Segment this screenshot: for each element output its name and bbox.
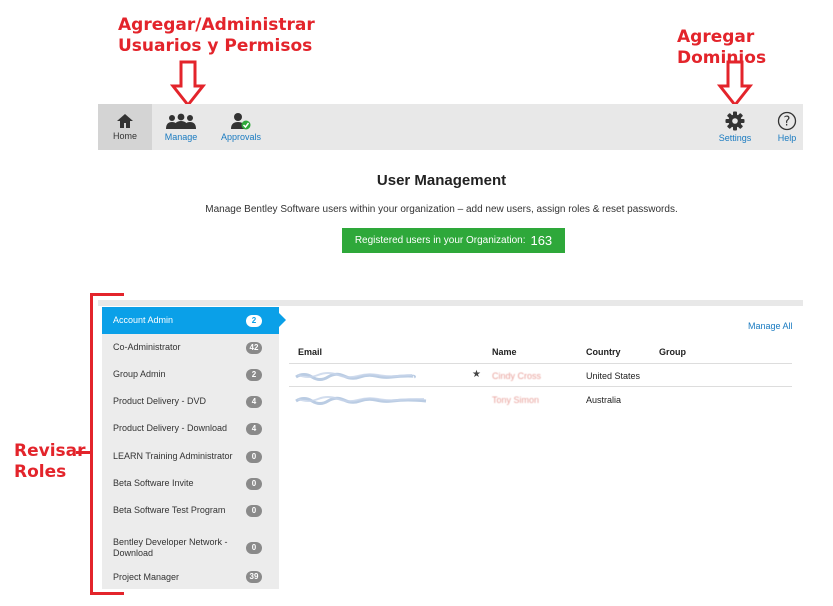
role-product-delivery-dvd[interactable]: Product Delivery - DVD 4 xyxy=(102,388,279,415)
column-header-country[interactable]: Country xyxy=(586,347,621,357)
users-icon xyxy=(166,113,196,129)
home-icon xyxy=(117,114,133,128)
role-label: Beta Software Invite xyxy=(113,478,194,488)
user-name: Cindy Cross xyxy=(492,371,542,381)
role-project-manager[interactable]: Project Manager 39 xyxy=(102,565,279,589)
row-divider xyxy=(289,386,792,387)
role-co-administrator[interactable]: Co-Administrator 42 xyxy=(102,334,279,361)
role-count-badge: 39 xyxy=(246,571,262,583)
page-title: User Management xyxy=(376,172,507,189)
redacted-email xyxy=(295,396,427,405)
toolbar-approvals[interactable]: Approvals xyxy=(214,104,268,150)
toolbar-home-label: Home xyxy=(112,131,137,141)
toolbar-manage-label: Manage xyxy=(164,131,198,142)
roles-sidebar: Account Admin 2 Co-Administrator 42 Grou… xyxy=(102,307,286,589)
role-learn-training-administrator[interactable]: LEARN Training Administrator 0 xyxy=(102,443,279,470)
manage-all-link[interactable]: Manage All xyxy=(748,321,793,331)
role-count-badge: 0 xyxy=(246,504,262,517)
role-bentley-developer-network-download[interactable]: Bentley Developer Network - Download 0 xyxy=(102,528,279,568)
user-country: Australia xyxy=(586,395,622,405)
role-label: Product Delivery - Download xyxy=(113,423,228,433)
toolbar-home[interactable]: Home xyxy=(98,104,152,150)
role-count-badge: 42 xyxy=(246,341,262,354)
manage-annotation-line1: Agregar/Administrar xyxy=(118,15,315,35)
toolbar-approvals-label: Approvals xyxy=(220,132,262,142)
role-label: LEARN Training Administrator xyxy=(113,451,233,461)
registered-users-label: Registered users in your Organization: xyxy=(354,235,526,246)
svg-text:?: ? xyxy=(784,115,791,130)
role-label: Co-Administrator xyxy=(113,342,181,352)
roles-bracket-tick xyxy=(76,451,90,454)
page-subtitle: Manage Bentley Software users within you… xyxy=(205,204,678,215)
manage-arrow-icon xyxy=(170,60,206,108)
roles-annotation: Revisar Roles xyxy=(14,441,86,483)
gear-icon xyxy=(725,111,745,131)
settings-arrow-icon xyxy=(717,60,753,108)
help-icon: ? xyxy=(777,111,797,131)
role-label: Project Manager xyxy=(113,571,180,582)
column-header-email[interactable]: Email xyxy=(298,347,322,357)
roles-annotation-line2: Roles xyxy=(14,462,67,482)
manage-annotation: Agregar/Administrar Usuarios y Permisos xyxy=(118,15,315,57)
toolbar-help[interactable]: ? Help xyxy=(770,104,804,150)
toolbar: Home Manage Approvals Settings ? Help xyxy=(98,104,803,150)
column-header-group[interactable]: Group xyxy=(659,347,686,357)
roles-annotation-line1: Revisar xyxy=(14,441,86,461)
registered-users-badge[interactable]: Registered users in your Organization: 1… xyxy=(342,228,565,253)
role-label: Beta Software Test Program xyxy=(113,505,226,515)
toolbar-settings[interactable]: Settings xyxy=(712,104,758,150)
star-icon[interactable]: ★ xyxy=(472,369,481,380)
role-count-badge: 0 xyxy=(246,450,262,463)
role-label: Account Admin xyxy=(113,315,174,325)
role-product-delivery-download[interactable]: Product Delivery - Download 4 xyxy=(102,415,279,442)
role-account-admin[interactable]: Account Admin 2 xyxy=(102,307,286,334)
role-count-badge: 4 xyxy=(246,422,262,435)
manage-annotation-line2: Usuarios y Permisos xyxy=(118,36,313,56)
role-count-badge: 0 xyxy=(246,477,262,490)
role-beta-software-invite[interactable]: Beta Software Invite 0 xyxy=(102,470,279,497)
toolbar-manage[interactable]: Manage xyxy=(156,104,206,150)
role-count-badge: 2 xyxy=(246,368,262,381)
role-beta-software-test-program[interactable]: Beta Software Test Program 0 xyxy=(102,497,279,524)
role-group-admin[interactable]: Group Admin 2 xyxy=(102,361,279,388)
role-label: Bentley Developer Network - Download xyxy=(113,537,228,558)
table-header-divider xyxy=(289,363,792,364)
settings-annotation: Agregar Dominios xyxy=(677,27,767,68)
user-name: Tony Simon xyxy=(492,395,540,405)
column-header-name[interactable]: Name xyxy=(492,347,517,357)
toolbar-help-label: Help xyxy=(777,133,797,143)
role-count-badge: 0 xyxy=(246,542,262,554)
registered-users-count: 163 xyxy=(530,233,553,248)
role-count-badge: 2 xyxy=(246,314,262,327)
user-country: United States xyxy=(586,371,641,381)
redacted-email xyxy=(295,372,416,381)
role-count-badge: 4 xyxy=(246,395,262,408)
user-check-icon xyxy=(231,113,251,130)
toolbar-settings-label: Settings xyxy=(718,133,752,143)
role-label: Product Delivery - DVD xyxy=(113,396,207,406)
section-divider xyxy=(98,300,803,306)
role-label: Group Admin xyxy=(113,369,166,379)
